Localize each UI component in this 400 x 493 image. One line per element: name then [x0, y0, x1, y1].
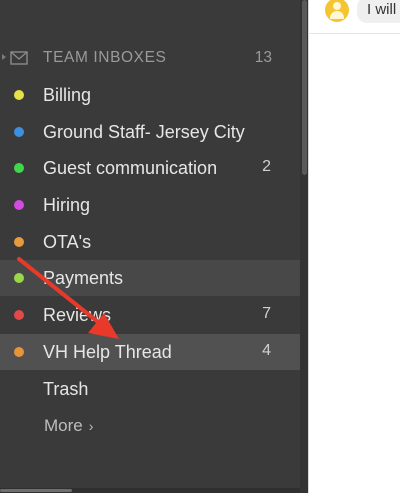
horizontal-scrollbar-thumb[interactable] — [0, 489, 72, 492]
inbox-item-label: Ground Staff- Jersey City — [43, 122, 245, 142]
inbox-color-dot — [14, 163, 24, 173]
more-link[interactable]: More › — [44, 416, 93, 436]
inbox-item-ground-staff[interactable]: Ground Staff- Jersey City — [0, 114, 300, 150]
envelope-icon — [10, 51, 28, 65]
avatar-body-icon — [330, 11, 344, 19]
inbox-item-label: Guest communication — [43, 158, 218, 178]
inbox-item-billing[interactable]: Billing — [0, 77, 300, 113]
conversation-divider — [308, 33, 400, 34]
inbox-item-label: VH Help Thread — [43, 342, 172, 362]
more-label: More — [44, 416, 83, 435]
inbox-item-label: Payments — [43, 268, 124, 288]
inbox-item-payments[interactable]: Payments — [0, 260, 300, 296]
inbox-color-dot — [14, 273, 24, 283]
team-inboxes-title: TEAM INBOXES — [43, 49, 167, 66]
sidebar-scrollbar-thumb[interactable] — [302, 0, 307, 175]
inbox-item-label: Billing — [43, 85, 92, 105]
inbox-item-label: OTA's — [43, 232, 92, 252]
trash-item[interactable]: Trash — [0, 371, 300, 407]
inbox-item-count: 7 — [262, 305, 271, 322]
inbox-color-dot — [14, 237, 24, 247]
message-bubble: I will — [357, 0, 400, 23]
inbox-color-dot — [14, 310, 24, 320]
inbox-item-guest-communication[interactable]: Guest communication 2 — [0, 150, 300, 186]
inbox-color-dot — [14, 200, 24, 210]
message-text: I will — [367, 1, 397, 18]
trash-label: Trash — [43, 379, 89, 399]
inbox-item-label: Reviews — [43, 305, 112, 325]
inbox-item-count: 2 — [262, 158, 271, 175]
conversation-pane — [308, 0, 400, 493]
inbox-item-hiring[interactable]: Hiring — [0, 187, 300, 223]
inbox-color-dot — [14, 90, 24, 100]
inbox-item-vh-help-thread[interactable]: VH Help Thread 4 — [0, 334, 300, 370]
collapse-arrow-icon[interactable] — [2, 54, 6, 60]
avatar-head-icon — [333, 2, 341, 10]
team-inboxes-header[interactable]: TEAM INBOXES 13 — [0, 44, 300, 72]
inbox-item-label: Hiring — [43, 195, 91, 215]
inbox-color-dot — [14, 127, 24, 137]
chevron-right-icon: › — [88, 418, 94, 434]
team-inboxes-count: 13 — [254, 49, 272, 66]
inbox-item-otas[interactable]: OTA's — [0, 224, 300, 260]
inbox-item-count: 4 — [262, 342, 271, 359]
inbox-color-dot — [14, 347, 24, 357]
inbox-item-reviews[interactable]: Reviews 7 — [0, 297, 300, 333]
